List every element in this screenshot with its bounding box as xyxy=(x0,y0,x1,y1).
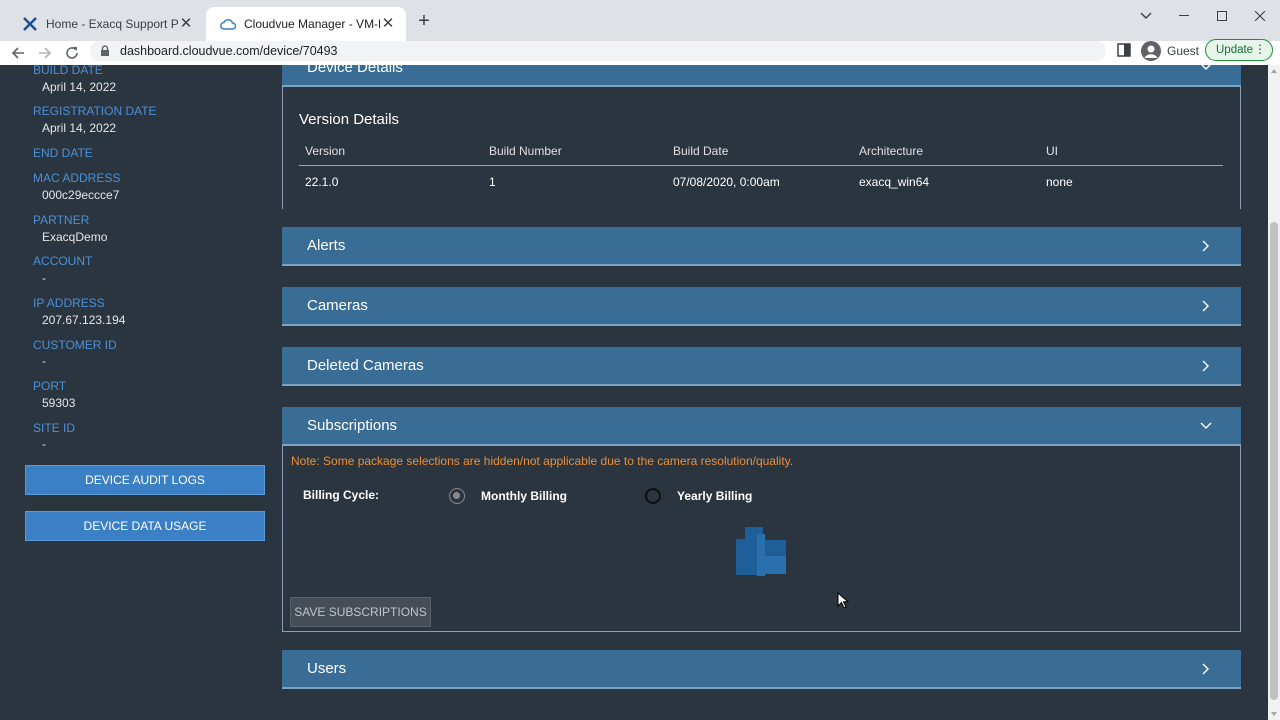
field-value-partner: ExacqDemo xyxy=(42,230,108,244)
field-label-end-date: END DATE xyxy=(33,146,93,160)
url-text: dashboard.cloudvue.com/device/70493 xyxy=(120,44,338,58)
col-header-build-number: Build Number xyxy=(489,144,562,158)
tab-search-chevron-icon[interactable] xyxy=(1127,0,1165,32)
field-value-site-id: - xyxy=(42,437,46,451)
section-cameras[interactable]: Cameras xyxy=(282,287,1241,326)
section-device-details[interactable]: Device Details xyxy=(282,65,1241,87)
field-value-registration-date: April 14, 2022 xyxy=(42,121,117,135)
field-label-customer-id: CUSTOMER ID xyxy=(33,338,117,352)
section-users[interactable]: Users xyxy=(282,650,1241,689)
billing-cycle-label: Billing Cycle: xyxy=(303,488,380,502)
chevron-right-icon xyxy=(1202,300,1209,311)
tab-title: Home - Exacq Support Portal xyxy=(46,17,178,31)
mouse-cursor-icon xyxy=(837,592,849,609)
save-subscriptions-button[interactable]: SAVE SUBSCRIPTIONS xyxy=(290,597,431,627)
scrollbar-thumb[interactable] xyxy=(1270,222,1278,700)
field-value-customer-id: - xyxy=(42,354,46,368)
address-bar[interactable]: dashboard.cloudvue.com/device/70493 xyxy=(90,41,1106,61)
col-header-architecture: Architecture xyxy=(859,144,924,158)
section-title: Users xyxy=(307,660,347,677)
field-value-mac-address: 000c29eccce7 xyxy=(42,188,120,202)
field-label-registration-date: REGISTRATION DATE xyxy=(33,104,157,118)
section-title: Cameras xyxy=(307,297,368,314)
scroll-up-arrow-icon[interactable] xyxy=(1271,69,1277,73)
tab-close-icon[interactable]: ✕ xyxy=(178,16,194,32)
chevron-down-icon xyxy=(1200,422,1212,429)
cell-ui: none xyxy=(1046,175,1073,189)
section-deleted-cameras[interactable]: Deleted Cameras xyxy=(282,347,1241,386)
chevron-right-icon xyxy=(1202,240,1209,251)
device-audit-logs-button[interactable]: DEVICE AUDIT LOGS xyxy=(25,465,265,495)
side-panel-icon[interactable] xyxy=(1117,43,1133,59)
maximize-icon[interactable] xyxy=(1203,0,1241,32)
field-value-build-date: April 14, 2022 xyxy=(42,80,117,94)
close-window-icon[interactable] xyxy=(1241,0,1279,32)
col-header-version: Version xyxy=(305,144,346,158)
update-label: Update xyxy=(1216,44,1254,56)
tab-title: Cloudvue Manager - VM-EX-Win xyxy=(244,17,380,31)
page-viewport: BUILD DATE April 14, 2022 REGISTRATION D… xyxy=(0,65,1268,720)
yearly-billing-radio[interactable] xyxy=(645,488,661,504)
cell-architecture: exacq_win64 xyxy=(859,175,930,189)
field-value-port: 59303 xyxy=(42,396,76,410)
reload-icon[interactable] xyxy=(60,41,84,65)
field-label-site-id: SITE ID xyxy=(33,421,76,435)
cell-version: 22.1.0 xyxy=(305,175,339,189)
chevron-right-icon xyxy=(1202,360,1209,371)
scroll-down-arrow-icon[interactable] xyxy=(1271,712,1277,716)
device-data-usage-button[interactable]: DEVICE DATA USAGE xyxy=(25,511,265,541)
section-alerts[interactable]: Alerts xyxy=(282,227,1241,266)
field-label-ip-address: IP ADDRESS xyxy=(33,296,105,310)
section-title: Deleted Cameras xyxy=(307,357,424,374)
lock-icon[interactable] xyxy=(100,45,112,57)
cell-build-number: 1 xyxy=(489,175,496,189)
field-value-ip-address: 207.67.123.194 xyxy=(42,313,126,327)
device-details-panel xyxy=(282,87,1241,209)
field-label-build-date: BUILD DATE xyxy=(33,65,103,77)
tab-cloudvue-manager[interactable]: Cloudvue Manager - VM-EX-Win ✕ xyxy=(206,7,406,41)
tab-exacq-support[interactable]: Home - Exacq Support Portal ✕ xyxy=(8,7,204,41)
field-label-partner: PARTNER xyxy=(33,213,90,227)
section-title: Subscriptions xyxy=(307,417,398,434)
version-details-title: Version Details xyxy=(299,111,400,128)
monthly-billing-label[interactable]: Monthly Billing xyxy=(481,489,567,503)
chevron-right-icon xyxy=(1202,663,1209,674)
avatar-icon xyxy=(1141,41,1161,61)
forward-arrow-icon[interactable] xyxy=(33,41,57,65)
new-tab-plus-icon[interactable]: + xyxy=(412,10,436,34)
loading-spinner-icon xyxy=(736,527,786,576)
field-value-account: - xyxy=(42,271,46,285)
yearly-billing-label[interactable]: Yearly Billing xyxy=(677,489,752,503)
browser-tab-strip: Home - Exacq Support Portal ✕ Cloudvue M… xyxy=(0,0,1280,41)
section-title: Device Details xyxy=(307,65,403,76)
minimize-icon[interactable] xyxy=(1165,0,1203,32)
field-label-account: ACCOUNT xyxy=(33,254,93,268)
subscription-note: Note: Some package selections are hidden… xyxy=(291,454,794,468)
tab-close-icon[interactable]: ✕ xyxy=(380,16,396,32)
exacq-x-icon xyxy=(22,16,38,32)
profile-label: Guest xyxy=(1167,44,1200,58)
more-menu-icon[interactable]: ⋮ xyxy=(1254,42,1266,56)
section-title: Alerts xyxy=(307,237,346,254)
col-header-ui: UI xyxy=(1046,144,1058,158)
update-button[interactable]: Update ⋮ xyxy=(1205,39,1273,61)
chevron-down-icon xyxy=(1201,65,1211,70)
browser-toolbar: dashboard.cloudvue.com/device/70493 Gues… xyxy=(0,39,1280,65)
field-label-mac-address: MAC ADDRESS xyxy=(33,171,121,185)
field-label-port: PORT xyxy=(33,379,67,393)
profile-button[interactable]: Guest xyxy=(1141,41,1199,61)
cloud-icon xyxy=(220,16,236,32)
col-header-build-date: Build Date xyxy=(673,144,729,158)
section-subscriptions[interactable]: Subscriptions xyxy=(282,407,1241,446)
page-scrollbar[interactable] xyxy=(1268,65,1280,720)
table-header-divider xyxy=(299,165,1223,166)
back-arrow-icon[interactable] xyxy=(6,41,30,65)
cell-build-date: 07/08/2020, 0:00am xyxy=(673,175,780,189)
monthly-billing-radio[interactable] xyxy=(449,488,465,504)
